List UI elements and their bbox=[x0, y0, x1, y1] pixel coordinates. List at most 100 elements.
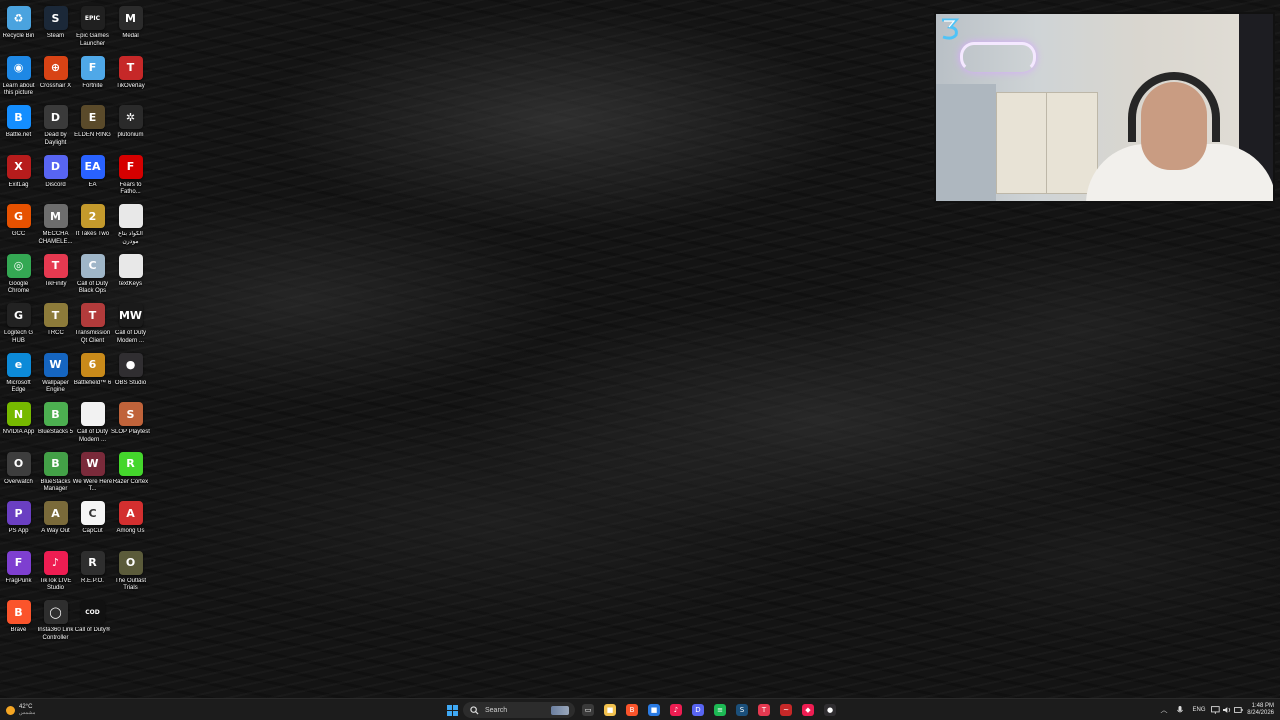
taskbar-app[interactable]: D bbox=[690, 702, 706, 718]
desktop-icon-label: plutonium bbox=[117, 132, 144, 138]
edge-icon: e bbox=[6, 352, 31, 377]
tikfinity-icon: T bbox=[43, 253, 68, 278]
network-icon bbox=[1211, 706, 1220, 714]
desktop-icon[interactable]: B Brave bbox=[0, 600, 37, 649]
desktop-icon[interactable]: G GCC bbox=[0, 204, 37, 253]
desktop-icon[interactable]: ✲ plutonium bbox=[112, 105, 149, 154]
desktop-icon[interactable]: T TRCC bbox=[37, 303, 74, 352]
desktop-icon[interactable]: G Logitech G HUB bbox=[0, 303, 37, 352]
desktop-icon[interactable]: ◉ Learn about this picture bbox=[0, 55, 37, 105]
desktop-icon[interactable]: E ELDEN RING bbox=[74, 105, 111, 154]
windows-start-icon bbox=[446, 704, 458, 716]
desktop-icon[interactable]: MW Call of Duty Modern ... bbox=[112, 303, 149, 352]
desktop-icon[interactable]: F FragPunk bbox=[0, 550, 37, 600]
desktop-icon-label: R.E.P.O. bbox=[81, 577, 104, 584]
desktop-icon[interactable]: Call of Duty Modern ... bbox=[74, 402, 111, 451]
show-hidden-icons-button[interactable]: ︿ bbox=[1158, 702, 1170, 718]
fortnite-icon: F bbox=[80, 55, 105, 80]
desktop-icon[interactable]: D Dead by Daylight bbox=[37, 105, 74, 154]
clock-date: 8/24/2026 bbox=[1247, 710, 1274, 716]
fragpunk-icon: F bbox=[6, 550, 31, 575]
desktop-icon[interactable]: A A Way Out bbox=[37, 501, 74, 550]
desktop-icon[interactable]: ♻ Recycle Bin bbox=[0, 6, 37, 55]
desktop-icon-label: PS App bbox=[8, 528, 29, 534]
desktop-icon[interactable]: ◯ Insta360 Link Controller bbox=[37, 600, 74, 649]
desktop-icon[interactable]: ⊕ Crosshair X bbox=[37, 55, 74, 105]
taskbar-app[interactable]: ● bbox=[822, 702, 838, 718]
desktop-icon[interactable]: B Battle.net bbox=[0, 105, 37, 154]
taskbar-app[interactable]: ■ bbox=[602, 702, 618, 718]
desktop-icon-label: Wallpaper Engine bbox=[42, 379, 69, 394]
desktop-icon[interactable]: R R.E.P.O. bbox=[74, 550, 111, 600]
meccha-chameleon-icon: M bbox=[43, 204, 68, 228]
desktop-icon[interactable]: S SLOP Playtest bbox=[111, 402, 150, 451]
task-view-icon: ▭ bbox=[582, 704, 594, 716]
tikfinity-icon: T bbox=[758, 704, 770, 716]
obs-icon: ● bbox=[824, 704, 836, 716]
desktop-icon[interactable]: T TikOverlay bbox=[112, 55, 149, 105]
microphone-button[interactable] bbox=[1174, 702, 1186, 718]
taskbar-app[interactable]: T bbox=[756, 702, 772, 718]
desktop-background: ♻ Recycle Bin S Steam EPIC Epic Games Launche… bbox=[0, 0, 1280, 698]
desktop-icon[interactable]: C CapCut bbox=[74, 501, 111, 550]
desktop-icon[interactable]: ● OBS Studio bbox=[112, 352, 149, 402]
bluestacks-icon: B bbox=[43, 402, 68, 426]
quick-settings-button[interactable] bbox=[1211, 702, 1244, 718]
taskbar-app[interactable]: S bbox=[734, 702, 750, 718]
desktop-icon[interactable]: e Microsoft Edge bbox=[0, 352, 37, 402]
taskbar-app[interactable]: ≡ bbox=[712, 702, 728, 718]
desktop-icon[interactable]: F Fears to Fatho... bbox=[112, 154, 149, 204]
desktop-icon[interactable]: F Fortnite bbox=[74, 55, 111, 105]
chevron-up-icon: ︿ bbox=[1160, 706, 1168, 714]
desktop-icon[interactable]: EPIC Epic Games Launcher bbox=[74, 6, 111, 55]
desktop-icon-label: OBS Studio bbox=[114, 379, 147, 386]
desktop-icon-label: We Were Here T... bbox=[72, 478, 113, 493]
taskbar-app[interactable]: ▭ bbox=[580, 702, 596, 718]
desktop-icon[interactable]: ◎ Google Chrome bbox=[0, 253, 37, 303]
desktop-icon[interactable]: textKeys bbox=[112, 253, 149, 303]
desktop-icon[interactable]: 6 Battlefield™ 6 bbox=[74, 352, 111, 402]
desktop-icon[interactable]: COD Call of Duty® bbox=[74, 600, 111, 649]
start-button[interactable] bbox=[444, 702, 460, 718]
desktop-icon[interactable]: M Medal bbox=[112, 6, 149, 55]
desktop-icon[interactable]: الكواد بتاع مودرن bbox=[112, 204, 149, 253]
taskbar-app[interactable]: ◆ bbox=[800, 702, 816, 718]
desktop-icon[interactable]: O The Outlast Trials bbox=[112, 550, 149, 600]
desktop-icon[interactable]: ♪ TikTok LIVE Studio bbox=[37, 550, 74, 600]
taskbar-search-box[interactable]: Search bbox=[463, 702, 575, 718]
desktop-icon-label: BlueStacks Manager bbox=[40, 478, 71, 493]
desktop-icon[interactable]: EA EA bbox=[74, 154, 111, 204]
discord-icon: D bbox=[43, 154, 68, 179]
desktop-icon[interactable]: T TikFinity bbox=[37, 253, 74, 303]
slop-icon: S bbox=[118, 402, 143, 426]
desktop-icon[interactable]: N NVIDIA App bbox=[0, 402, 37, 451]
desktop-icon[interactable]: O Overwatch bbox=[0, 451, 37, 501]
call-of-duty-icon: COD bbox=[80, 600, 105, 624]
desktop-icon[interactable]: W We Were Here T... bbox=[72, 451, 113, 501]
weather-widget[interactable]: 42°C مشمس bbox=[6, 702, 56, 718]
desktop-icon[interactable]: M MECCHA CHAMELE... bbox=[37, 204, 74, 253]
desktop-icon[interactable]: W Wallpaper Engine bbox=[37, 352, 74, 402]
weather-condition: مشمس bbox=[19, 710, 36, 716]
desktop-icon[interactable]: R Razer Cortex bbox=[112, 451, 149, 501]
desktop-icon[interactable]: D Discord bbox=[37, 154, 74, 204]
battlefield-icon: 6 bbox=[80, 352, 105, 377]
taskbar-app[interactable]: ♪ bbox=[668, 702, 684, 718]
desktop-icon[interactable]: S Steam bbox=[37, 6, 74, 55]
desktop-icon[interactable]: B BlueStacks 5 bbox=[37, 402, 74, 451]
taskbar-app[interactable]: B bbox=[624, 702, 640, 718]
desktop-icon[interactable]: 2 It Takes Two bbox=[74, 204, 111, 253]
desktop-icon[interactable]: P PS App bbox=[0, 501, 37, 550]
desktop-icon-label: CapCut bbox=[82, 528, 103, 534]
desktop-icon[interactable]: B BlueStacks Manager bbox=[37, 451, 74, 501]
taskbar-app[interactable]: ■ bbox=[646, 702, 662, 718]
desktop-icon[interactable]: X ExitLag bbox=[0, 154, 37, 204]
desktop-icon[interactable]: A Among Us bbox=[112, 501, 149, 550]
desktop-icon[interactable]: T Transmission Qt Client bbox=[74, 303, 111, 352]
taskbar-app[interactable]: ~ bbox=[778, 702, 794, 718]
desktop-icon-label: Dead by Daylight bbox=[44, 132, 67, 146]
language-indicator[interactable]: ENG bbox=[1190, 702, 1208, 718]
clock[interactable]: 1:48 PM 8/24/2026 bbox=[1240, 702, 1274, 718]
desktop-icon[interactable]: C Call of Duty Black Ops bbox=[74, 253, 111, 303]
desktop-icon-label: Transmission Qt Client bbox=[74, 330, 111, 344]
